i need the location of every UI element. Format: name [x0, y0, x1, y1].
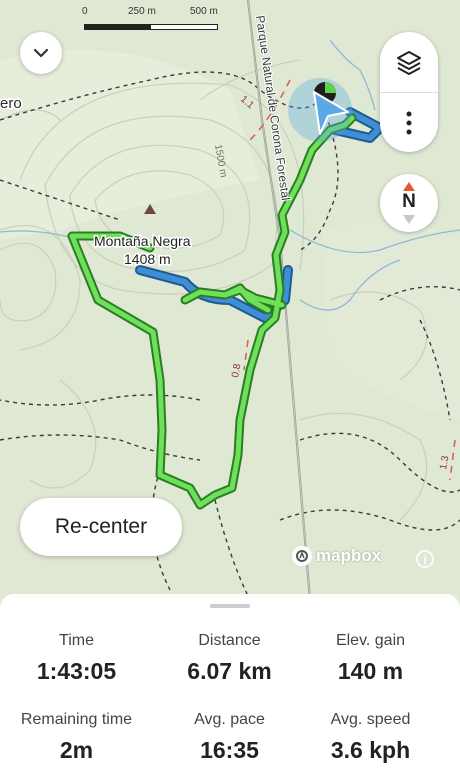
stats-sheet: Time 1:43:05 Distance 6.07 km Elev. gain…	[0, 594, 460, 781]
stat-avg-pace: Avg. pace 16:35	[153, 711, 306, 764]
scale-label-500: 500 m	[190, 6, 218, 17]
chevron-down-icon	[33, 48, 49, 58]
map-controls-stack	[380, 32, 438, 152]
stat-title: Elev. gain	[335, 632, 406, 649]
layers-icon	[397, 51, 421, 75]
layers-button[interactable]	[380, 32, 438, 92]
stat-time: Time 1:43:05	[0, 632, 153, 685]
stat-title: Remaining time	[20, 711, 133, 728]
stat-title: Avg. speed	[330, 711, 411, 728]
compass-north-label: N	[402, 191, 416, 212]
stat-value: 6.07 km	[187, 658, 272, 684]
compass-button[interactable]: N	[380, 174, 438, 232]
mapbox-wordmark: mapbox	[316, 546, 382, 565]
current-location-icon	[288, 78, 352, 142]
stat-value: 3.6 kph	[330, 737, 411, 763]
scale-label-0: 0	[82, 6, 88, 17]
stat-title: Distance	[198, 632, 261, 649]
collapse-button[interactable]	[20, 32, 62, 74]
more-vertical-icon	[406, 111, 412, 134]
scale-label-250: 250 m	[128, 6, 156, 17]
scale-bar-graphic	[84, 24, 218, 30]
mapbox-logo-icon	[292, 546, 312, 566]
stat-avg-speed: Avg. speed 3.6 kph	[294, 711, 447, 764]
sheet-drag-handle[interactable]	[210, 604, 250, 608]
stat-elevation-gain: Elev. gain 140 m	[294, 632, 447, 685]
scale-bar: 0 250 m 500 m	[82, 6, 222, 34]
info-icon[interactable]: i	[416, 550, 434, 568]
stat-distance: Distance 6.07 km	[153, 632, 306, 685]
stat-value: 2m	[59, 737, 94, 763]
peak-elevation-label: 1408 m	[124, 251, 171, 267]
peak-name-label: Montaña Negra	[94, 233, 191, 249]
stat-value: 140 m	[337, 658, 404, 684]
stat-title: Avg. pace	[194, 711, 265, 728]
stat-value: 16:35	[200, 737, 259, 763]
mapbox-attribution[interactable]: mapbox	[292, 546, 381, 566]
more-options-button[interactable]	[380, 93, 438, 152]
stat-title: Time	[59, 632, 94, 649]
place-label: ero	[0, 95, 22, 112]
recenter-button[interactable]: Re-center	[20, 498, 182, 556]
stat-remaining-time: Remaining time 2m	[0, 711, 153, 764]
stat-value: 1:43:05	[36, 658, 117, 684]
